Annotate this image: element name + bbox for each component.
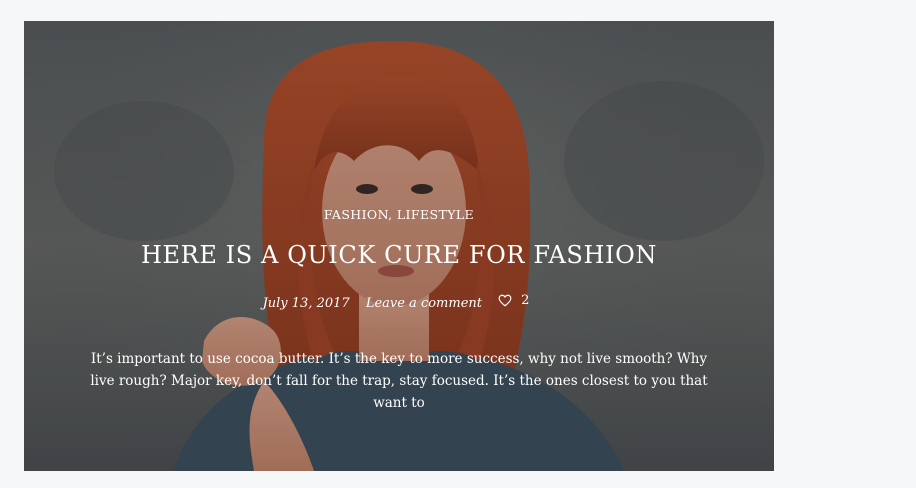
post-excerpt: It’s important to use cocoa butter. It’s… xyxy=(90,351,708,411)
category-link-lifestyle[interactable]: LIFESTYLE xyxy=(397,207,474,222)
featured-post-card[interactable]: FASHION, LIFESTYLE HERE IS A QUICK CURE … xyxy=(24,21,774,471)
post-title[interactable]: HERE IS A QUICK CURE FOR FASHION xyxy=(24,241,774,269)
likes-count: 2 xyxy=(521,293,530,308)
post-meta: July 13, 2017 Leave a comment 2 xyxy=(24,293,774,311)
leave-comment-link[interactable]: Leave a comment xyxy=(366,296,482,311)
category-link-fashion[interactable]: FASHION xyxy=(324,207,388,222)
category-separator: , xyxy=(388,207,397,222)
post-content: FASHION, LIFESTYLE HERE IS A QUICK CURE … xyxy=(24,21,774,471)
like-button[interactable]: 2 xyxy=(498,293,535,308)
post-categories: FASHION, LIFESTYLE xyxy=(24,207,774,222)
heart-icon xyxy=(498,294,512,307)
post-date[interactable]: July 13, 2017 xyxy=(263,296,350,311)
